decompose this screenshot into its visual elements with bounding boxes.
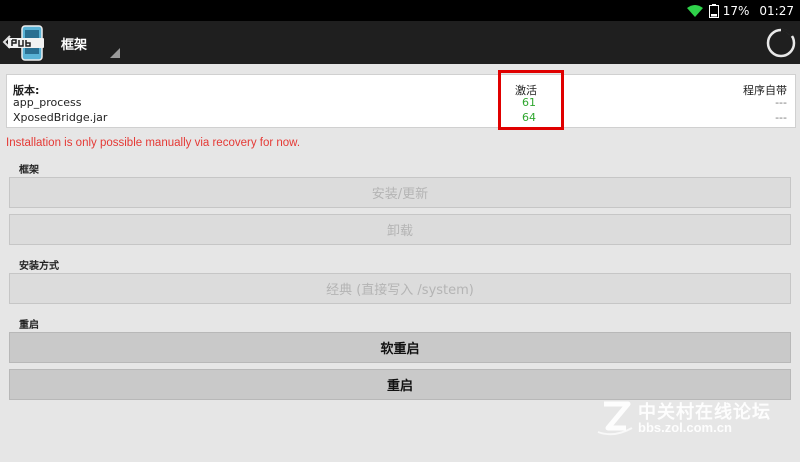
wifi-icon [686,4,703,17]
loading-spinner-icon [766,28,796,58]
dropdown-corner-icon[interactable] [110,48,120,58]
app-process-label: app_process [13,96,82,109]
action-bar: 框架 [0,21,800,64]
uninstall-button[interactable]: 卸载 [9,214,791,245]
xposed-bridge-label: XposedBridge.jar [13,111,108,124]
install-update-button[interactable]: 安装/更新 [9,177,791,208]
clock: 01:27 [759,3,794,18]
active-column-highlight [498,70,564,130]
app-title[interactable]: 框架 [61,34,87,53]
xposed-bridge-app-version: --- [775,111,787,124]
reboot-section-title: 重启 [19,320,39,331]
status-bar: 17% 01:27 [0,0,800,21]
watermark-site-url: bbs.zol.com.cn [638,420,732,435]
xposed-app-icon[interactable] [4,25,50,61]
zol-watermark: 中关村在线论坛 bbs.zol.com.cn [594,396,794,440]
battery-icon [708,3,719,18]
zol-logo-icon [597,401,633,436]
framework-section-title: 框架 [19,165,39,176]
app-process-app-version: --- [775,96,787,109]
recovery-warning: Installation is only possible manually v… [6,137,301,149]
soft-reboot-button[interactable]: 软重启 [9,332,791,363]
classic-install-method-selector[interactable]: 经典 (直接写入 /system) [9,273,791,304]
battery-level: 17% [722,3,750,18]
install-method-section-title: 安装方式 [19,261,59,272]
version-info-card: 版本: 激活 程序自带 app_process 61 --- XposedBri… [6,74,796,128]
